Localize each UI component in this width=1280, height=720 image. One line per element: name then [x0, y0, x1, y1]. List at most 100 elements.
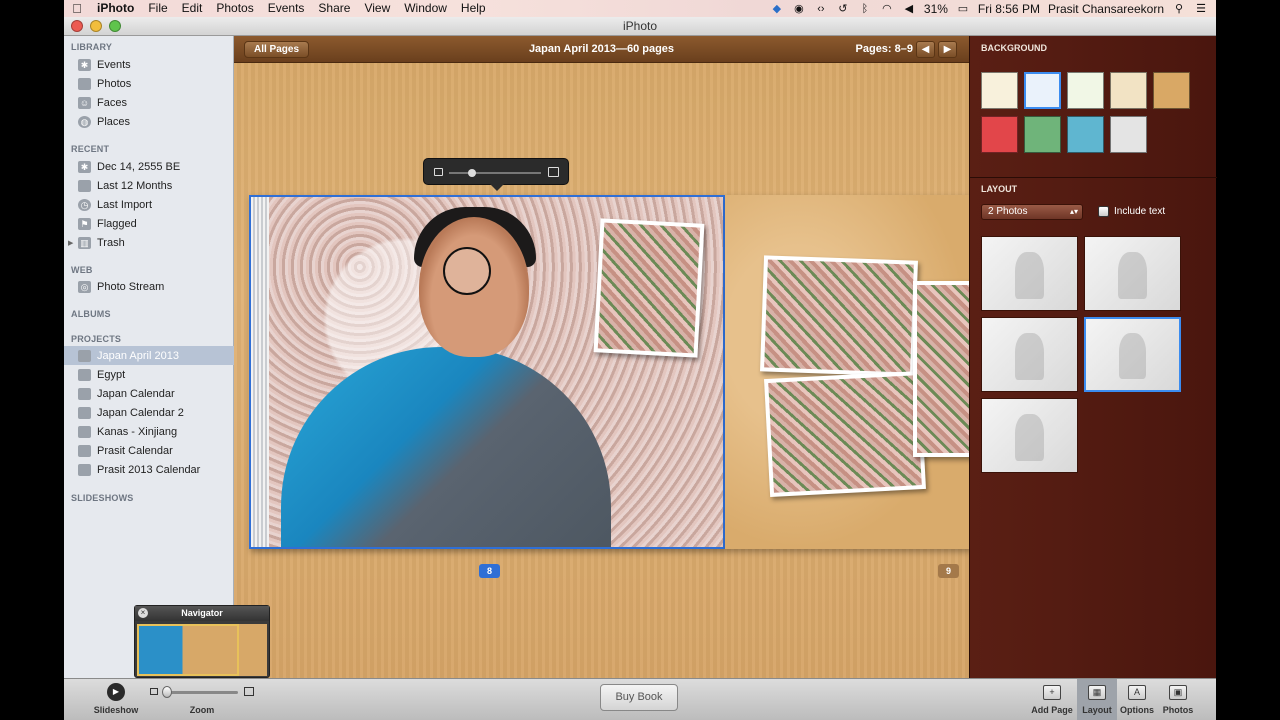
- menu-help[interactable]: Help: [454, 0, 493, 17]
- sidebar-item-label: Japan April 2013: [97, 349, 179, 362]
- framed-photo-valley[interactable]: [760, 255, 918, 377]
- book-page-left[interactable]: [249, 195, 725, 549]
- checkbox-icon[interactable]: [1098, 206, 1109, 217]
- timer-icon[interactable]: ◉: [792, 3, 806, 15]
- menu-photos[interactable]: Photos: [209, 0, 260, 17]
- layout-thumbnail-1[interactable]: [981, 236, 1078, 311]
- sidebar-item-kanas-xinjiang[interactable]: Kanas - Xinjiang: [64, 422, 234, 441]
- layout-select[interactable]: 2 Photos ▴▾: [981, 204, 1083, 220]
- close-icon[interactable]: ×: [138, 608, 148, 618]
- framed-photo-blossoms[interactable]: [593, 218, 705, 358]
- framed-photo-partial[interactable]: [913, 281, 969, 457]
- menu-events[interactable]: Events: [261, 0, 312, 17]
- time-machine-icon[interactable]: ↺: [836, 3, 850, 15]
- menu-file[interactable]: File: [141, 0, 174, 17]
- background-swatch-1[interactable]: [981, 72, 1018, 109]
- notification-center-icon[interactable]: ☰: [1194, 3, 1208, 15]
- sidebar-item-last-import[interactable]: ◷ Last Import: [64, 195, 234, 214]
- menu-edit[interactable]: Edit: [175, 0, 210, 17]
- navigator-title: Navigator: [135, 606, 269, 621]
- zoom-out-icon[interactable]: [434, 168, 443, 176]
- photo-zoom-popover[interactable]: [423, 158, 569, 191]
- window-title: iPhoto: [622, 19, 658, 33]
- disclosure-triangle-icon[interactable]: ▶: [68, 239, 73, 247]
- apple-menu-icon[interactable]: : [64, 1, 90, 16]
- sidebar: LIBRARY ✱ Events Photos ☺ Faces ◍ Places RE…: [64, 36, 234, 678]
- navigator-viewport-frame[interactable]: [137, 624, 239, 676]
- photo-zoom-track[interactable]: [449, 172, 541, 174]
- sidebar-item-dec-14[interactable]: ✱ Dec 14, 2555 BE: [64, 157, 234, 176]
- options-button[interactable]: A Options: [1117, 679, 1157, 720]
- layout-silhouette: [1015, 332, 1044, 381]
- sidebar-item-japan-calendar[interactable]: Japan Calendar: [64, 384, 234, 403]
- zoom-track[interactable]: [164, 691, 238, 694]
- buy-book-button[interactable]: Buy Book: [600, 684, 678, 711]
- sidebar-item-faces[interactable]: ☺ Faces: [64, 93, 234, 112]
- menu-share[interactable]: Share: [311, 0, 357, 17]
- zoom-knob[interactable]: [162, 686, 172, 698]
- sidebar-item-places[interactable]: ◍ Places: [64, 112, 234, 131]
- background-swatch-7[interactable]: [1024, 116, 1061, 153]
- page-number-left[interactable]: 8: [479, 564, 501, 578]
- options-icon: A: [1128, 685, 1146, 700]
- background-swatch-8[interactable]: [1067, 116, 1104, 153]
- sidebar-item-trash[interactable]: ▶ ▥ Trash: [64, 233, 234, 252]
- page-number-right[interactable]: 9: [938, 564, 960, 578]
- clock[interactable]: Fri 8:56 PM: [978, 2, 1040, 16]
- photos-button[interactable]: ▣ Photos: [1158, 679, 1198, 720]
- volume-icon[interactable]: ◀: [902, 3, 916, 15]
- menu-iphoto[interactable]: iPhoto: [90, 0, 141, 17]
- sidebar-item-prasit-calendar[interactable]: Prasit Calendar: [64, 441, 234, 460]
- background-swatch-2[interactable]: [1024, 72, 1061, 109]
- background-swatch-3[interactable]: [1067, 72, 1104, 109]
- background-swatch-9[interactable]: [1110, 116, 1147, 153]
- zoom-in-icon[interactable]: [548, 167, 559, 177]
- photo-zoom-knob[interactable]: [468, 169, 476, 177]
- bottom-toolbar: ▶ Slideshow Zoom Buy Book + Add Page ▦ Lay…: [64, 678, 1216, 720]
- sidebar-item-last-12-months[interactable]: Last 12 Months: [64, 176, 234, 195]
- book-page-right[interactable]: [725, 195, 969, 549]
- layout-silhouette: [1118, 251, 1147, 300]
- wifi-icon[interactable]: ◠: [880, 3, 894, 15]
- layout-thumbnail-3[interactable]: [981, 317, 1078, 392]
- calendar-icon: [78, 179, 91, 192]
- layout-thumbnail-5[interactable]: [981, 398, 1078, 473]
- code-icon[interactable]: ‹›: [814, 3, 828, 15]
- arrow-left-icon: ◀: [921, 44, 930, 55]
- event-icon: ✱: [78, 160, 91, 173]
- sidebar-item-events[interactable]: ✱ Events: [64, 55, 234, 74]
- sidebar-item-flagged[interactable]: ⚑ Flagged: [64, 214, 234, 233]
- trees-photo: [768, 375, 922, 493]
- battery-icon[interactable]: ▭: [956, 3, 970, 15]
- bluetooth-icon[interactable]: ᛒ: [858, 3, 872, 15]
- screen:  iPhoto File Edit Photos Events Share V…: [0, 0, 1280, 720]
- sidebar-item-label: Prasit 2013 Calendar: [97, 463, 201, 476]
- background-swatch-5[interactable]: [1153, 72, 1190, 109]
- layout-thumbnail-2[interactable]: [1084, 236, 1181, 311]
- include-text-checkbox[interactable]: Include text: [1098, 206, 1165, 217]
- background-swatch-6[interactable]: [981, 116, 1018, 153]
- add-page-button[interactable]: + Add Page: [1031, 679, 1073, 720]
- previous-page-button[interactable]: ◀: [916, 41, 935, 58]
- sidebar-item-photos[interactable]: Photos: [64, 74, 234, 93]
- menu-view[interactable]: View: [357, 0, 397, 17]
- slideshow-button[interactable]: ▶: [107, 683, 125, 701]
- user-name[interactable]: Prasit Chansareekorn: [1048, 2, 1164, 16]
- dropbox-icon[interactable]: ◆: [770, 3, 784, 15]
- next-page-button[interactable]: ▶: [938, 41, 957, 58]
- sidebar-item-egypt[interactable]: Egypt: [64, 365, 234, 384]
- background-swatch-4[interactable]: [1110, 72, 1147, 109]
- framed-photo-trees[interactable]: [764, 370, 926, 498]
- add-page-icon: +: [1043, 685, 1061, 700]
- sidebar-item-japan-april-2013[interactable]: Japan April 2013: [64, 346, 234, 365]
- navigator-panel[interactable]: Navigator ×: [134, 605, 270, 678]
- zoom-slider[interactable]: [150, 686, 260, 698]
- spotlight-icon[interactable]: ⚲: [1172, 3, 1186, 15]
- sidebar-item-japan-calendar-2[interactable]: Japan Calendar 2: [64, 403, 234, 422]
- sidebar-item-photo-stream[interactable]: ◎ Photo Stream: [64, 277, 234, 296]
- arrow-right-icon: ▶: [943, 44, 952, 55]
- layout-silhouette: [1015, 251, 1044, 300]
- sidebar-item-prasit-2013-calendar[interactable]: Prasit 2013 Calendar: [64, 460, 234, 479]
- menu-window[interactable]: Window: [397, 0, 454, 17]
- layout-thumbnail-4[interactable]: [1084, 317, 1181, 392]
